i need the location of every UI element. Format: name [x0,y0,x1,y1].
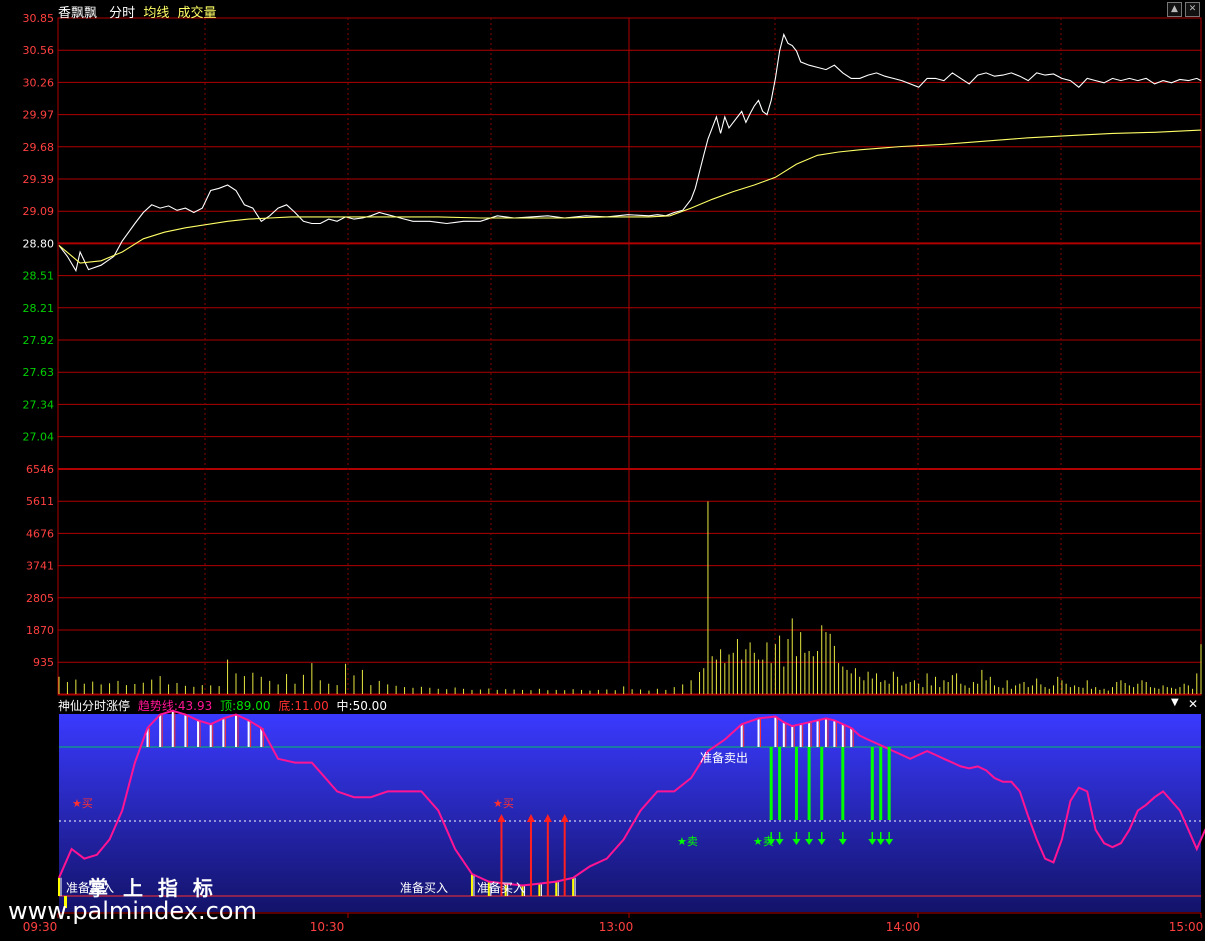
volume-tick-label: 935 [33,656,54,669]
url-watermark: www.palmindex.com [8,897,257,925]
indicator-background [59,714,1201,912]
time-axis-label: 14:00 [886,920,921,934]
prepare-sell-label: 准备卖出 [700,751,749,765]
volume-label[interactable]: 成交量 [177,6,216,21]
sell-star-label-2: ★卖 [753,835,774,848]
price-chart[interactable] [58,32,1202,273]
price-tick-label: 30.85 [23,12,55,25]
price-tick-label: 30.56 [23,44,55,57]
buy-star-label: ★买 [72,797,93,810]
ma-label[interactable]: 均线 [143,6,169,21]
stock-name: 香飘飘 [58,6,98,21]
price-tick-label: 27.34 [23,398,55,411]
bottom-label: 底: [278,699,295,713]
trend-label: 趋势线: [137,699,178,713]
price-tick-label: 29.09 [23,205,55,218]
trend-value: 43.93 [177,699,213,713]
volume-tick-label: 1870 [26,624,54,637]
price-tick-label: 29.97 [23,109,55,122]
price-tick-label: 27.04 [23,431,55,444]
sell-star-label: ★卖 [677,835,698,848]
prepare-buy-label-2: 准备买入 [400,881,449,895]
volume-tick-label: 2805 [26,592,54,605]
price-tick-label: 29.39 [23,173,55,186]
price-tick-label: 30.26 [23,76,55,89]
mode-label[interactable]: 分时 [109,6,135,21]
close-chart-icon[interactable]: ✕ [1185,2,1200,17]
header-bar: 香飘飘 分时 均线 成交量 [58,2,216,21]
price-tick-label: 27.63 [23,366,55,379]
indicator-dropdown-icon[interactable]: ▼ [1171,697,1179,708]
price-tick-label: 28.51 [23,270,55,283]
indicator-header: 神仙分时涨停 趋势线:43.93 顶:89.00 底:11.00 中:50.00 [58,697,387,714]
mid-value: 50.00 [352,699,387,713]
time-axis-label: 10:30 [310,920,345,934]
price-tick-label: 27.92 [23,334,55,347]
price-line [58,32,1202,273]
prepare-buy-label-3: 准备买入 [477,881,526,895]
chart-workspace: 30.85 30.56 30.26 29.97 29.68 29.39 29.09 28.80… [0,0,1205,937]
indicator-close-icon[interactable]: ✕ [1188,697,1198,711]
time-axis-label: 15:00 [1169,920,1204,934]
indicator-chart[interactable] [58,709,1205,912]
price-tick-label: 28.21 [23,302,55,315]
price-tick-label: 29.68 [23,141,55,154]
expand-up-icon[interactable]: ▲ [1167,2,1182,17]
indicator-title[interactable]: 神仙分时涨停 [58,699,130,713]
time-axis-label: 13:00 [599,920,634,934]
volume-tick-label: 4676 [26,527,54,540]
grid-lines [57,17,1202,696]
top-label: 顶: [220,699,237,713]
volume-tick-label: 5611 [26,495,54,508]
volume-tick-label: 6546 [26,463,54,476]
chart-canvas[interactable]: 30.85 30.56 30.26 29.97 29.68 29.39 29.09 28.80… [0,0,1205,937]
mid-label: 中: [336,699,353,713]
buy-star-label-2: ★买 [493,797,514,810]
top-value: 89.00 [236,699,271,713]
price-tick-label: 28.80 [23,237,55,250]
volume-tick-label: 3741 [26,560,54,573]
bottom-value: 11.00 [294,699,329,713]
